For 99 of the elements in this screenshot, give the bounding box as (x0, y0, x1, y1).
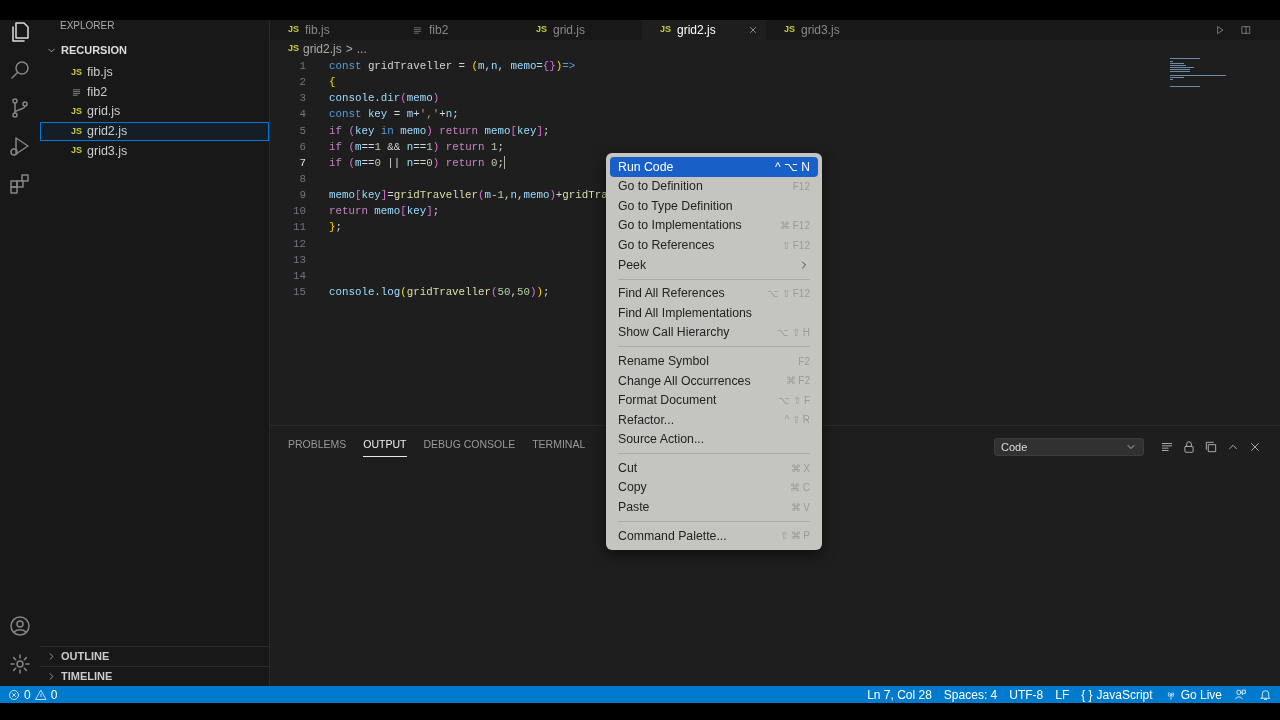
search-icon[interactable] (8, 58, 32, 82)
code-line: memo[key]=gridTraveller(m-1,n,memo)+gridTra (328, 188, 608, 204)
file-item[interactable]: fib2 (40, 82, 269, 102)
file-name: fib.js (87, 63, 113, 81)
output-channel-dropdown[interactable]: Code (994, 438, 1144, 456)
close-icon[interactable] (1248, 440, 1262, 454)
account-icon[interactable] (8, 614, 32, 638)
code-line: if (m==1 && n==1) return 1; (328, 139, 505, 155)
section-header[interactable]: OUTLINE (40, 646, 269, 666)
file-name: grid.js (87, 103, 121, 121)
breadcrumb-item[interactable]: grid2.js (303, 40, 342, 58)
section-label: OUTLINE (61, 649, 110, 665)
line-number: 6 (298, 139, 306, 155)
file-item[interactable]: JS grid.js (40, 101, 269, 122)
code-line: console.log(gridTraveller(50,50)); (328, 284, 550, 300)
js-file-icon: JS (660, 23, 671, 37)
menu-item[interactable]: Source Action... (610, 429, 818, 450)
error-icon (8, 688, 20, 701)
js-file-icon: JS (71, 104, 82, 119)
line-number: 13 (292, 252, 306, 268)
problem-count: 0 (24, 686, 31, 704)
braces-icon: { } (1081, 685, 1093, 704)
indentation-status[interactable]: Spaces: 4 (943, 685, 998, 704)
panel-tab[interactable]: TERMINAL (532, 437, 586, 457)
text-file-icon (412, 24, 423, 36)
line-number: 12 (292, 236, 306, 252)
warning-icon (34, 688, 47, 701)
line-number: 2 (298, 75, 306, 91)
js-file-icon: JS (536, 23, 547, 37)
panel-tab[interactable]: DEBUG CONSOLE (423, 437, 516, 457)
code-line: console.dir(memo) (328, 91, 440, 107)
encoding-status[interactable]: UTF-8 (1009, 685, 1044, 704)
problems-status[interactable]: 0 0 (8, 685, 58, 704)
js-file-icon: JS (288, 23, 299, 37)
split-editor-icon[interactable] (1240, 25, 1252, 35)
file-name: grid2.js (87, 123, 128, 141)
cursor-position[interactable]: Ln 7, Col 28 (867, 685, 932, 704)
copy-icon[interactable] (1204, 440, 1218, 454)
lock-icon[interactable] (1182, 440, 1196, 454)
line-number: 7 (298, 155, 306, 171)
code-line: if (m==0 || n==0) return 0; (328, 155, 506, 171)
language-mode[interactable]: JavaScript (1096, 685, 1153, 704)
code-line: const gridTraveller = (m,n, memo={})=> (328, 59, 576, 74)
panel-tab[interactable]: OUTPUT (363, 437, 407, 457)
line-ending-status[interactable]: LF (1055, 685, 1070, 704)
section-label: TIMELINE (61, 669, 113, 685)
file-item[interactable]: JS grid3.js (40, 141, 269, 161)
line-number: 15 (292, 284, 306, 300)
line-number: 8 (298, 172, 306, 187)
tab-label: grid.js (553, 22, 586, 39)
code-line: }; (328, 220, 342, 236)
settings-icon[interactable] (8, 652, 32, 676)
run-icon[interactable] (1214, 25, 1226, 35)
line-number: 11 (292, 220, 306, 236)
code-line: return memo[key]; (328, 204, 440, 220)
folder-item[interactable]: RECURSION (40, 34, 269, 63)
line-number: 5 (298, 123, 306, 139)
js-file-icon: JS (71, 124, 82, 139)
shortcut-label: ^ ⌥ N (775, 158, 810, 176)
tab-label: grid2.js (677, 22, 716, 39)
sidebar-title: EXPLORER (59, 20, 115, 33)
close-icon[interactable] (748, 25, 758, 35)
breadcrumb-item[interactable]: ... (356, 40, 367, 58)
panel-tab[interactable]: PROBLEMS (288, 437, 347, 457)
code-line: const key = m+','+n; (328, 107, 459, 123)
line-number: 3 (298, 91, 306, 107)
code-line: if (key in memo) return memo[key]; (328, 123, 550, 139)
tab-label: fib2 (429, 22, 449, 39)
tab-label: grid3.js (801, 22, 840, 39)
file-name: grid3.js (87, 142, 128, 160)
text-file-icon (71, 86, 82, 98)
menu-item[interactable]: Go to Type Definition (610, 196, 818, 216)
extensions-icon[interactable] (8, 172, 32, 196)
feedback-icon[interactable] (1234, 688, 1247, 701)
problem-count: 0 (50, 686, 58, 704)
file-item[interactable]: JS fib.js (40, 62, 269, 83)
line-number: 4 (298, 107, 306, 123)
code-line: { (328, 75, 336, 91)
tab-label: fib.js (305, 22, 330, 39)
notifications-icon[interactable] (1259, 688, 1272, 701)
run-debug-icon[interactable] (8, 134, 32, 158)
clear-output-icon[interactable] (1160, 440, 1174, 454)
menu-item[interactable]: Peek (610, 254, 818, 275)
file-item[interactable]: JS grid2.js (40, 121, 269, 142)
js-file-icon: JS (71, 65, 82, 80)
js-file-icon: JS (288, 42, 299, 56)
go-live-button[interactable]: Go Live (1180, 685, 1222, 704)
menu-item[interactable]: Run Code ^ ⌥ N (610, 157, 818, 177)
line-number: 10 (292, 204, 306, 220)
line-number: 14 (292, 268, 306, 284)
editor-tab[interactable]: JS grid2.js (642, 20, 766, 40)
file-name: fib2 (87, 83, 108, 101)
line-number: 9 (298, 188, 306, 204)
menu-item[interactable]: Find All Implementations (610, 303, 818, 323)
line-number: 1 (298, 59, 306, 74)
js-file-icon: JS (784, 23, 795, 37)
js-file-icon: JS (71, 144, 82, 158)
breadcrumb-separator: > (345, 41, 353, 58)
folder-label: RECURSION (61, 43, 127, 58)
